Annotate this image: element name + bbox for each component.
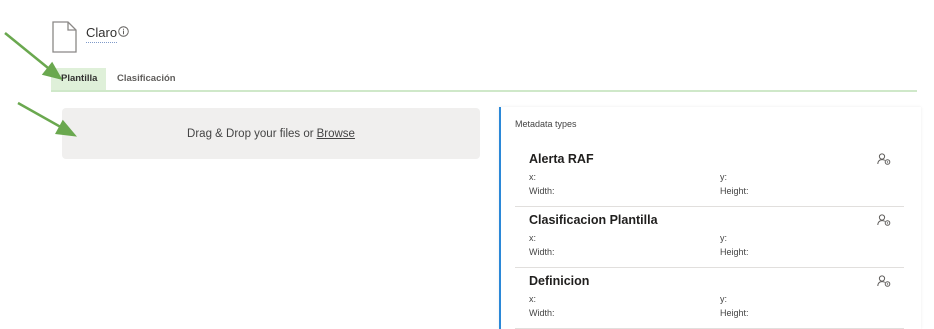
metadata-item: Definicion x: Width: y: Height:	[515, 267, 904, 329]
tab-plantilla[interactable]: Plantilla	[51, 68, 106, 90]
metadata-item-name: Definicion	[529, 274, 590, 288]
height-label: Height:	[720, 247, 749, 257]
page-title: Claro	[86, 25, 118, 43]
metadata-item: Alerta RAF x: Width: y: Height:	[515, 145, 904, 207]
info-icon[interactable]	[118, 26, 129, 37]
metadata-item-name: Alerta RAF	[529, 152, 594, 166]
metadata-item: Clasificacion Plantilla x: Width: y: Hei…	[515, 206, 904, 268]
file-dropzone[interactable]: Drag & Drop your files or Browse	[62, 108, 480, 159]
dropzone-text: Drag & Drop your files or	[187, 127, 314, 140]
width-label: Width:	[529, 186, 555, 196]
y-label: y:	[720, 233, 728, 243]
browse-link[interactable]: Browse	[317, 128, 355, 140]
height-label: Height:	[720, 308, 749, 318]
width-label: Width:	[529, 308, 555, 318]
height-label: Height:	[720, 186, 749, 196]
tab-bar: Plantilla Clasificación	[51, 68, 917, 92]
width-label: Width:	[529, 247, 555, 257]
user-settings-icon[interactable]	[877, 275, 891, 287]
metadata-panel-title: Metadata types	[515, 119, 577, 129]
x-label: x:	[529, 294, 537, 304]
x-label: x:	[529, 233, 537, 243]
user-settings-icon[interactable]	[877, 153, 891, 165]
y-label: y:	[720, 172, 728, 182]
user-settings-icon[interactable]	[877, 214, 891, 226]
y-label: y:	[720, 294, 728, 304]
tab-clasificacion[interactable]: Clasificación	[107, 68, 186, 90]
tab-underline	[51, 90, 917, 92]
metadata-item-name: Clasificacion Plantilla	[529, 213, 658, 227]
document-icon	[52, 21, 77, 53]
x-label: x:	[529, 172, 537, 182]
